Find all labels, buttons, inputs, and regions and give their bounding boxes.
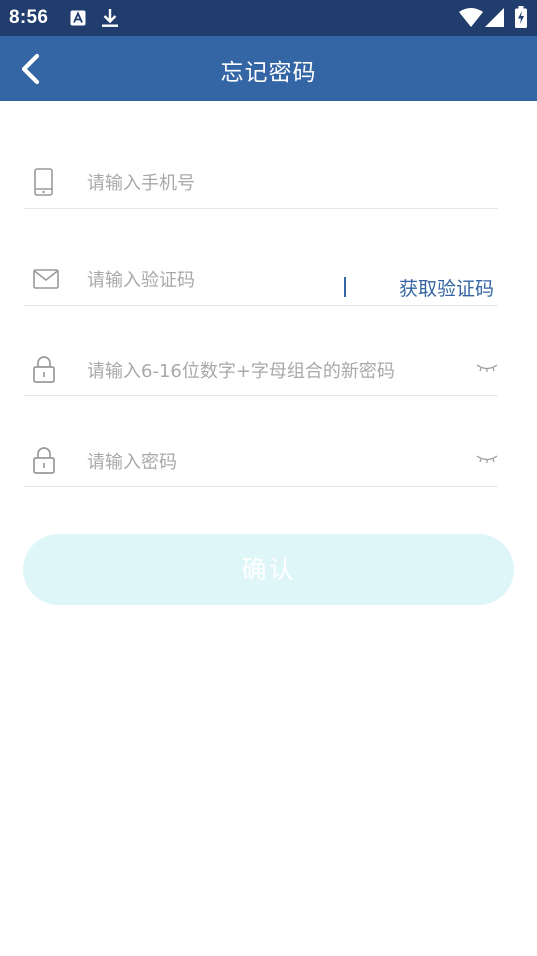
mail-icon: [33, 269, 59, 289]
notification-a-icon: [70, 10, 86, 26]
status-bar: 8:56: [0, 0, 537, 36]
page-title: 忘记密码: [220, 60, 317, 86]
status-time: 8:56: [9, 7, 49, 28]
code-divider: [344, 277, 346, 297]
eye-closed-icon[interactable]: [476, 454, 498, 464]
new-password-input[interactable]: [87, 358, 457, 384]
get-code-button[interactable]: 获取验证码: [399, 274, 494, 301]
download-icon: [102, 9, 118, 27]
confirm-password-input[interactable]: [87, 449, 457, 475]
confirm-button[interactable]: 确认: [23, 534, 514, 605]
confirm-password-field-row: [24, 427, 498, 487]
verification-code-input[interactable]: [87, 267, 327, 293]
phone-field-row: [24, 150, 498, 209]
cell-signal-icon: [485, 8, 504, 27]
phone-input[interactable]: [87, 170, 467, 196]
wifi-icon: [459, 8, 483, 27]
lock-icon: [33, 356, 55, 383]
eye-closed-icon[interactable]: [476, 363, 498, 373]
lock-icon: [33, 447, 55, 474]
new-password-field-row: [24, 336, 498, 396]
verification-code-field-row: 获取验证码: [24, 240, 498, 306]
phone-icon: [34, 168, 53, 196]
battery-charging-icon: [515, 6, 527, 28]
app-bar: 忘记密码: [0, 36, 537, 101]
